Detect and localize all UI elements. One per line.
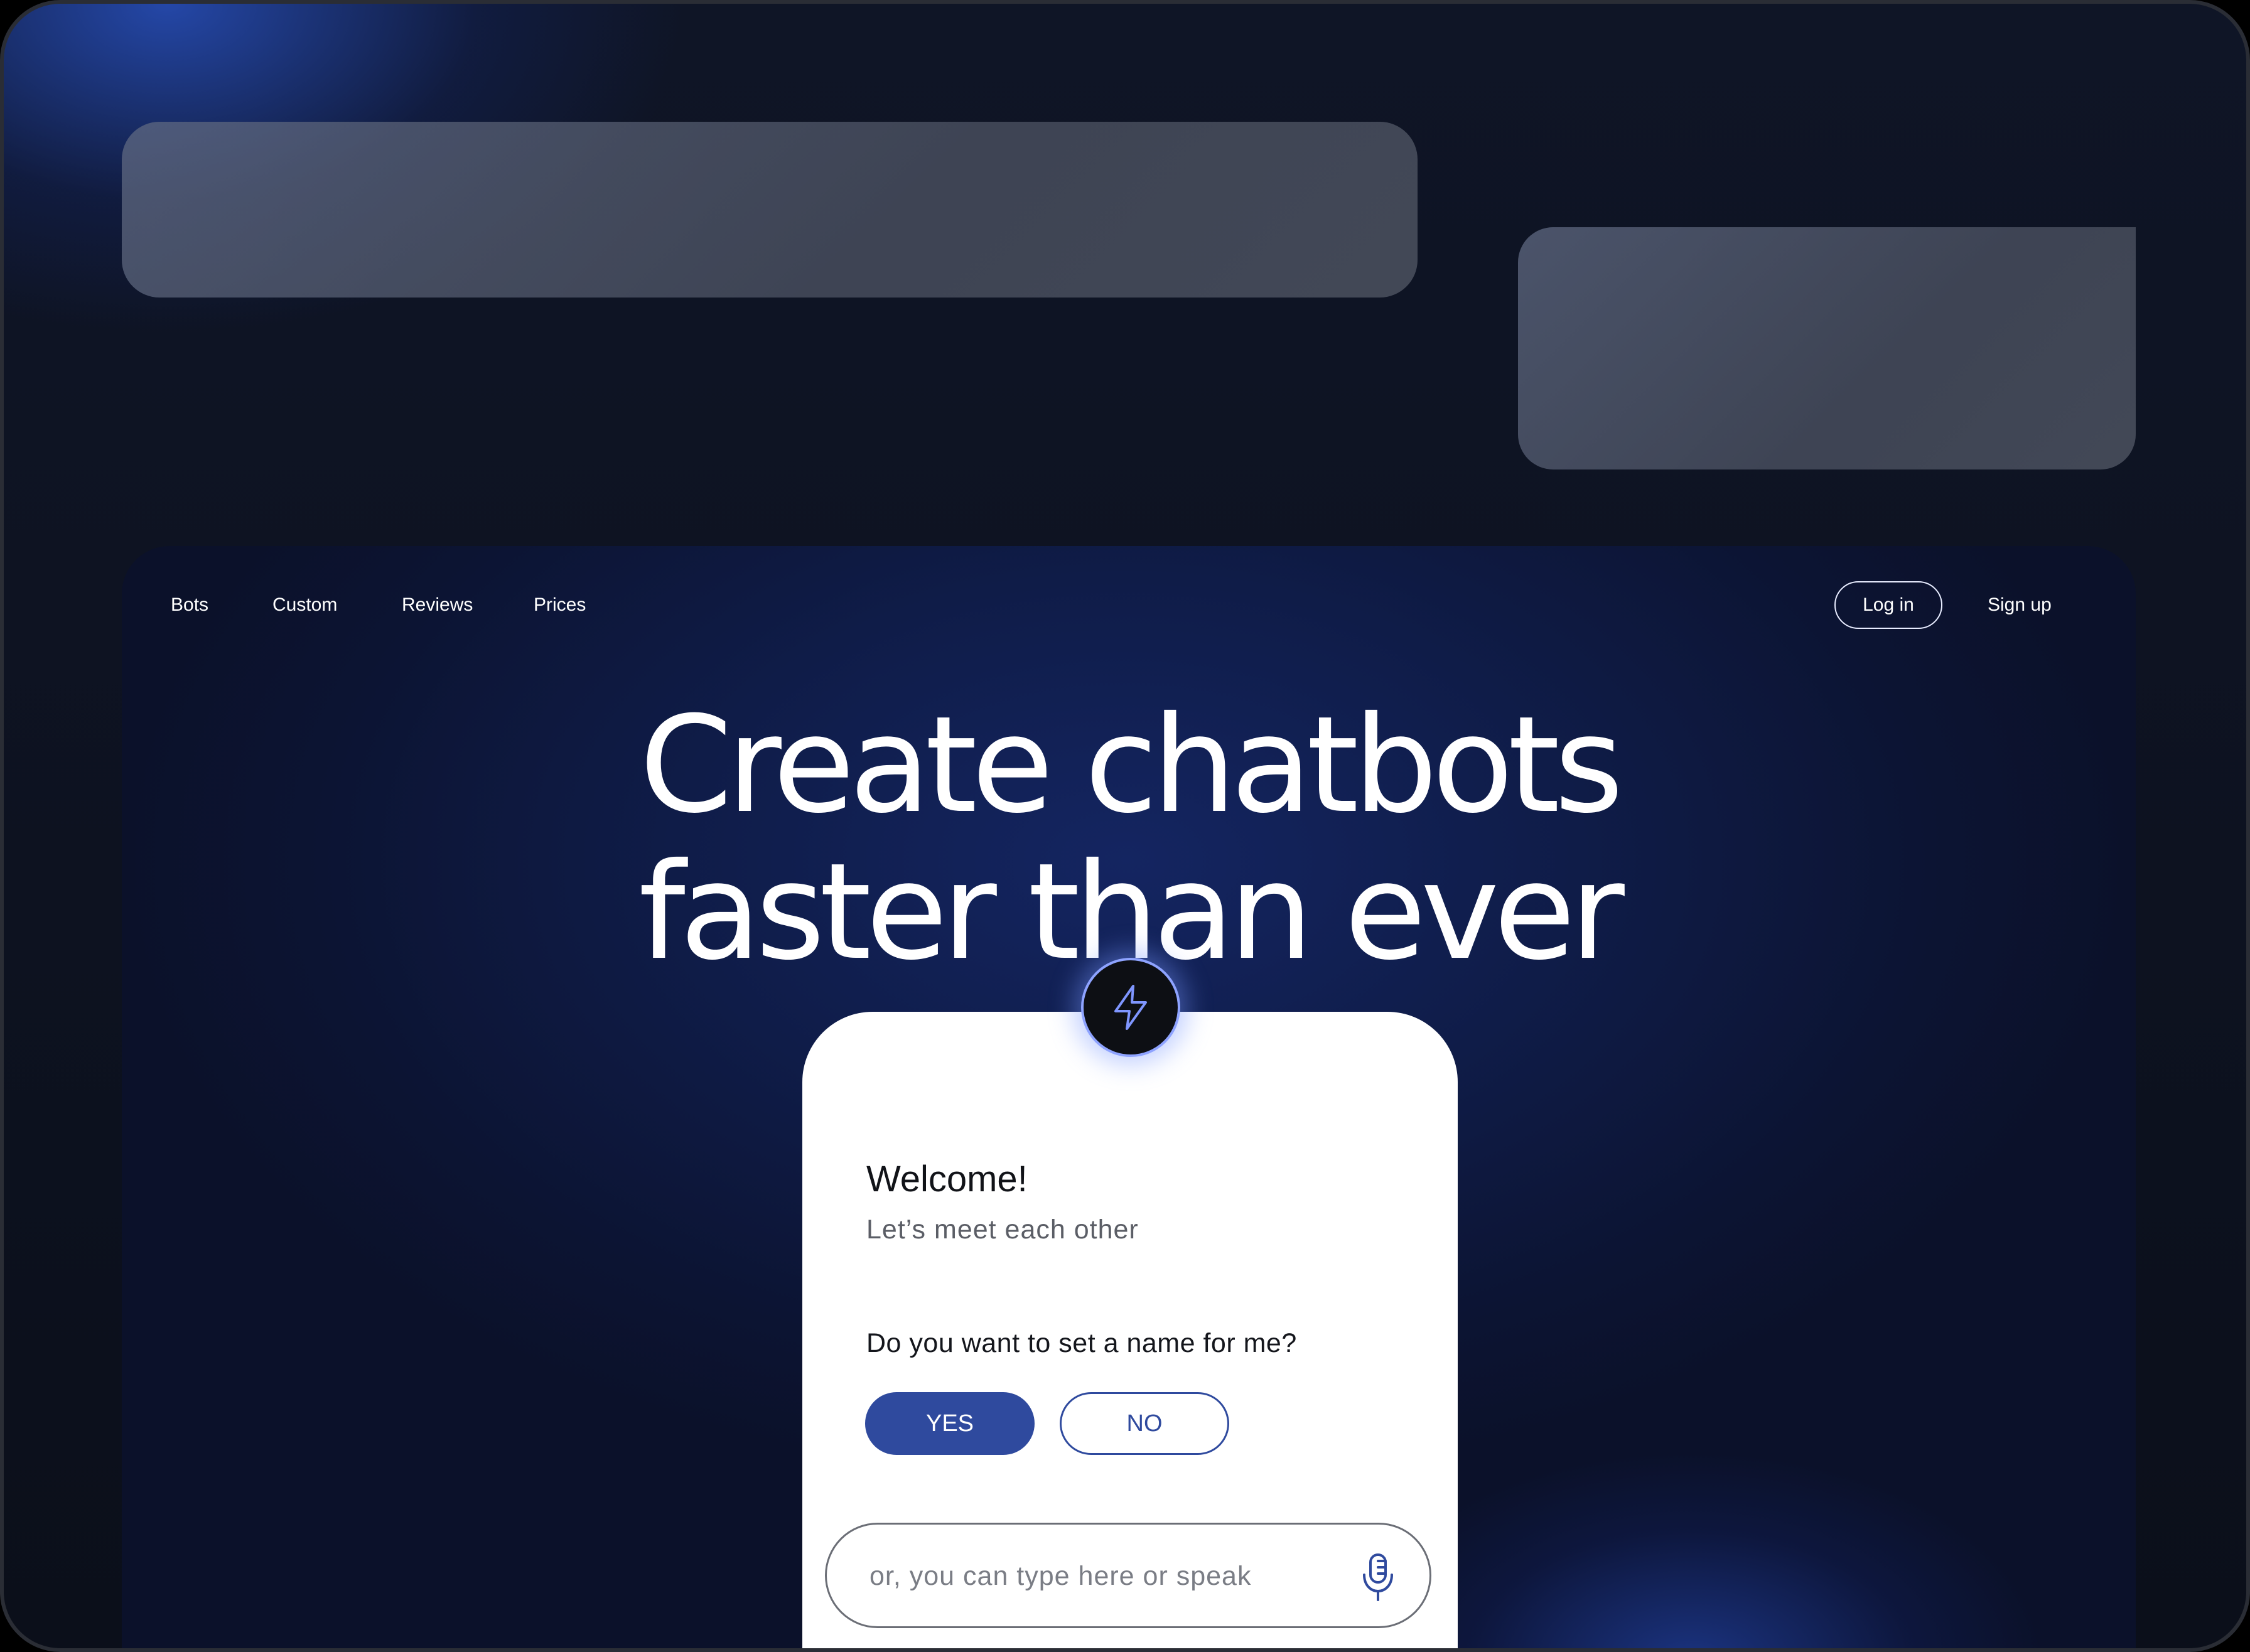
no-button[interactable]: NO <box>1060 1392 1229 1455</box>
lightning-bolt-icon <box>1081 958 1180 1057</box>
signup-link[interactable]: Sign up <box>1988 593 2052 618</box>
top-navigation: Bots Custom Reviews Prices Log in Sign u… <box>122 546 2136 665</box>
chatbot-question: Do you want to set a name for me? <box>866 1328 1297 1358</box>
nav-link-prices[interactable]: Prices <box>534 593 586 618</box>
welcome-title: Welcome! <box>866 1159 1028 1199</box>
login-button[interactable]: Log in <box>1834 581 1942 629</box>
hero-heading: Create chatbots faster than ever <box>122 692 2136 985</box>
chat-input-field[interactable] <box>825 1523 1431 1628</box>
welcome-subtitle: Let’s meet each other <box>866 1215 1139 1245</box>
nav-link-bots[interactable]: Bots <box>171 593 208 618</box>
yes-button[interactable]: YES <box>865 1392 1035 1455</box>
app-window: Bots Custom Reviews Prices Log in Sign u… <box>0 0 2250 1652</box>
chatbot-card: Welcome! Let’s meet each other Do you wa… <box>802 1012 1458 1648</box>
placeholder-block-top <box>122 122 1418 298</box>
microphone-icon[interactable] <box>1359 1552 1397 1602</box>
website-preview: Bots Custom Reviews Prices Log in Sign u… <box>122 546 2136 1648</box>
chat-input[interactable] <box>868 1550 1320 1602</box>
nav-link-custom[interactable]: Custom <box>272 593 337 618</box>
nav-link-reviews[interactable]: Reviews <box>402 593 473 618</box>
hero-heading-line-1: Create chatbots <box>639 687 1624 842</box>
placeholder-block-right <box>1518 227 2136 469</box>
